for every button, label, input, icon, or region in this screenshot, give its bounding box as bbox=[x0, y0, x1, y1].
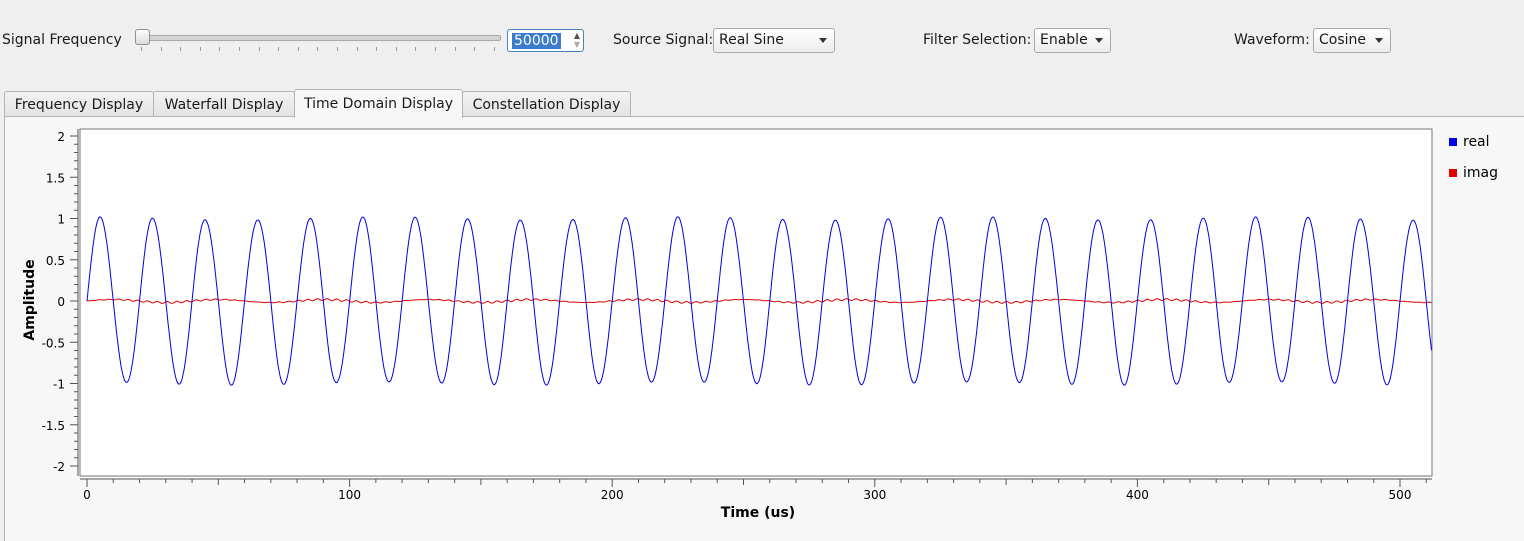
x-axis: 0 100 200 300 400 500 bbox=[80, 478, 1432, 502]
y-tick-label: -1 bbox=[53, 378, 65, 392]
x-tick-label: 0 bbox=[83, 488, 91, 502]
x-tick-label: 400 bbox=[1126, 488, 1149, 502]
legend: real imag bbox=[1449, 134, 1498, 181]
legend-swatch-imag[interactable] bbox=[1449, 169, 1457, 177]
legend-label-imag[interactable]: imag bbox=[1463, 165, 1498, 181]
tab-time-domain-display[interactable]: Time Domain Display bbox=[294, 89, 463, 118]
y-axis-label: Amplitude bbox=[22, 259, 38, 340]
x-axis-label: Time (us) bbox=[721, 505, 795, 521]
x-tick-label: 500 bbox=[1389, 488, 1412, 502]
y-tick-label: -2 bbox=[53, 460, 65, 474]
y-tick-label: -1.5 bbox=[42, 419, 65, 433]
y-tick-label: 0 bbox=[57, 295, 65, 309]
legend-label-real[interactable]: real bbox=[1463, 134, 1490, 150]
y-tick-label: 1 bbox=[57, 213, 65, 227]
x-tick-label: 300 bbox=[863, 488, 886, 502]
y-tick-label: -0.5 bbox=[42, 336, 65, 350]
legend-swatch-real[interactable] bbox=[1449, 138, 1457, 146]
y-axis: 2 1.5 1 0.5 0 -0.5 -1 -1.5 -2 bbox=[42, 129, 79, 476]
x-tick-label: 200 bbox=[601, 488, 624, 502]
y-tick-label: 1.5 bbox=[46, 171, 65, 185]
y-tick-label: 0.5 bbox=[46, 254, 65, 268]
time-domain-plot[interactable]: 2 1.5 1 0.5 0 -0.5 -1 -1.5 -2 0 100 200 300 400 500 A… bbox=[0, 0, 1524, 541]
y-tick-label: 2 bbox=[57, 130, 65, 144]
x-tick-label: 100 bbox=[338, 488, 361, 502]
